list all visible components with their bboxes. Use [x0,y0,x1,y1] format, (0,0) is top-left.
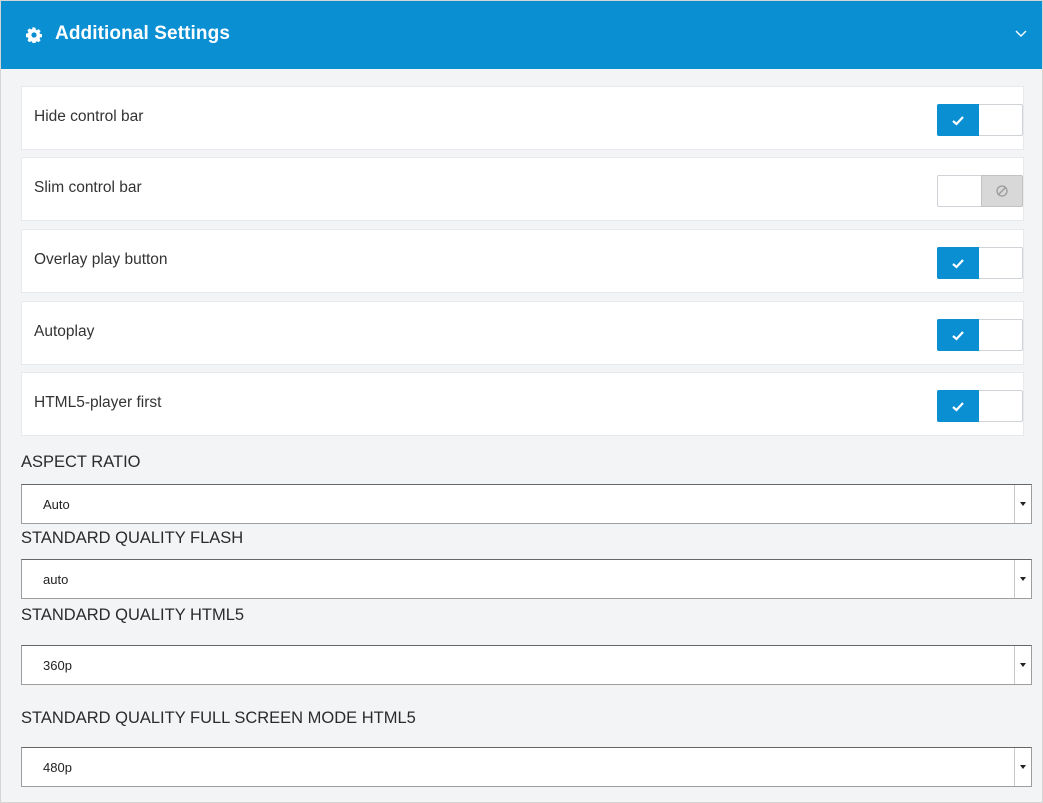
setting-row-autoplay: Autoplay [21,301,1024,365]
check-icon [937,104,979,136]
setting-row-html5-player-first: HTML5-player first [21,372,1024,436]
check-icon [937,247,979,279]
setting-label: Autoplay [34,323,95,340]
html5-player-first-toggle[interactable] [937,390,1023,422]
dropdown-arrow-icon[interactable] [1014,560,1031,598]
standard-quality-html5-label: STANDARD QUALITY HTML5 [21,606,245,624]
setting-label: Slim control bar [34,179,142,196]
autoplay-toggle[interactable] [937,319,1023,351]
setting-row-overlay-play-button: Overlay play button [21,229,1024,293]
standard-quality-html5-select[interactable]: 360p [21,645,1032,685]
select-value: Auto [43,497,70,512]
select-value: 360p [43,658,72,673]
dropdown-arrow-icon[interactable] [1014,485,1031,523]
setting-label: HTML5-player first [34,394,162,411]
check-icon [937,319,979,351]
gear-icon [26,27,42,43]
standard-quality-full-screen-label: STANDARD QUALITY FULL SCREEN MODE HTML5 [21,709,416,727]
dropdown-arrow-icon[interactable] [1014,748,1031,786]
disabled-icon [981,175,1023,207]
aspect-ratio-select[interactable]: Auto [21,484,1032,524]
select-value: auto [43,572,69,587]
dropdown-arrow-icon[interactable] [1014,646,1031,684]
standard-quality-flash-select[interactable]: auto [21,559,1032,599]
aspect-ratio-label: ASPECT RATIO [21,453,141,471]
standard-quality-flash-label: STANDARD QUALITY FLASH [21,529,244,547]
panel-title: Additional Settings [55,23,231,44]
setting-label: Overlay play button [34,251,168,268]
setting-label: Hide control bar [34,108,144,125]
settings-panel: Additional Settings Hide control bar Sli… [0,0,1043,803]
slim-control-bar-toggle[interactable] [937,175,1023,207]
hide-control-bar-toggle[interactable] [937,104,1023,136]
setting-row-hide-control-bar: Hide control bar [21,86,1024,150]
check-icon [937,390,979,422]
chevron-down-icon[interactable] [1014,29,1028,39]
overlay-play-button-toggle[interactable] [937,247,1023,279]
standard-quality-full-screen-select[interactable]: 480p [21,747,1032,787]
panel-header[interactable]: Additional Settings [1,1,1042,69]
select-value: 480p [43,760,72,775]
setting-row-slim-control-bar: Slim control bar [21,157,1024,221]
